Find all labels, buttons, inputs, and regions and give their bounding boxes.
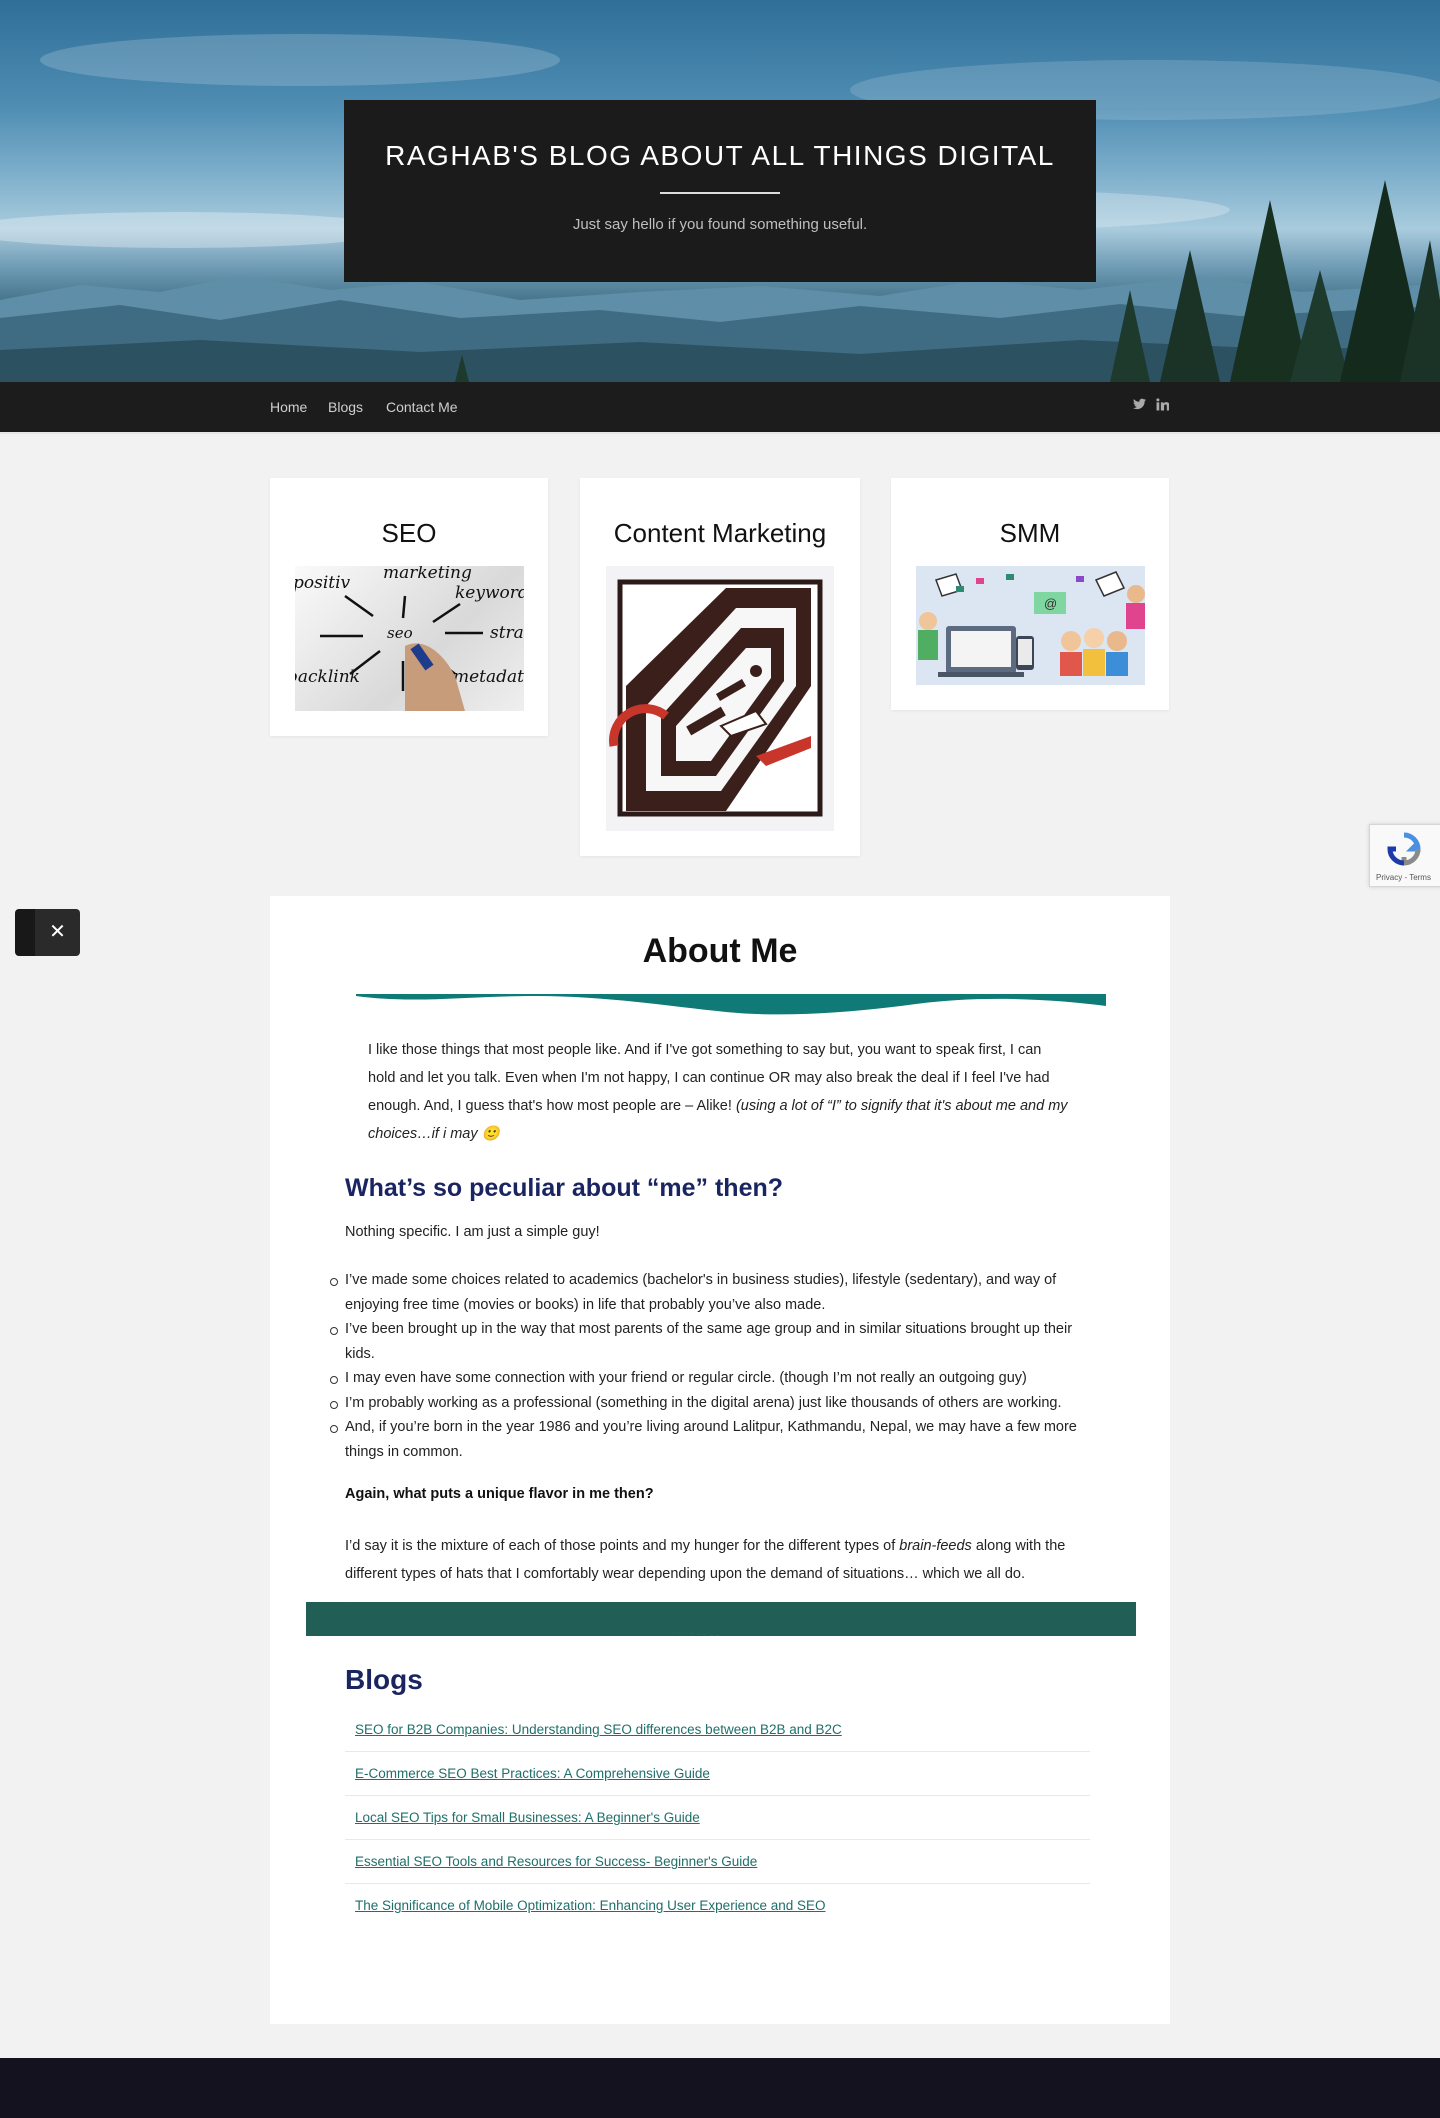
recaptcha-icon bbox=[1387, 832, 1421, 866]
recaptcha-badge[interactable]: Privacy - Terms bbox=[1369, 824, 1440, 887]
linkedin-icon[interactable] bbox=[1156, 398, 1170, 414]
list-item: I’ve been brought up in the way that mos… bbox=[330, 1317, 1097, 1366]
teal-wave-divider bbox=[356, 994, 1106, 1015]
blog-list-item: Essential SEO Tools and Resources for Su… bbox=[345, 1840, 1090, 1884]
seo-word-strat: strat bbox=[490, 623, 524, 643]
about-bullet-list: I’ve made some choices related to academ… bbox=[330, 1268, 1097, 1464]
seo-word-seo: seo bbox=[387, 624, 413, 642]
blog-link[interactable]: SEO for B2B Companies: Understanding SEO… bbox=[355, 1722, 842, 1737]
list-item: I may even have some connection with you… bbox=[330, 1366, 1097, 1391]
content-marketing-card[interactable]: Content Marketing bbox=[580, 478, 860, 856]
blog-list: SEO for B2B Companies: Understanding SEO… bbox=[345, 1708, 1090, 1928]
abstract-drawing-image bbox=[609, 579, 823, 817]
main-navigation: Home Blogs Contact Me bbox=[0, 382, 1440, 434]
seo-handwriting-image: marketing positiv keywords seo strat bac… bbox=[295, 566, 524, 711]
twitter-icon[interactable] bbox=[1133, 398, 1146, 413]
title-divider bbox=[660, 192, 780, 194]
smm-card[interactable]: SMM @ bbox=[891, 478, 1169, 710]
site-tagline: Just say hello if you found something us… bbox=[572, 216, 868, 233]
smm-card-title[interactable]: SMM bbox=[891, 518, 1169, 549]
list-item: I’ve made some choices related to academ… bbox=[330, 1268, 1097, 1317]
close-button[interactable]: ✕ bbox=[15, 909, 80, 956]
site-title[interactable]: Raghab's Blog about all things digital bbox=[344, 140, 1096, 172]
unique-flavor-question: Again, what puts a unique flavor in me t… bbox=[345, 1486, 654, 1502]
seo-card-image[interactable]: marketing positiv keywords seo strat bac… bbox=[295, 566, 524, 711]
nav-contact-link[interactable]: Contact Me bbox=[386, 399, 458, 415]
blog-list-item: Local SEO Tips for Small Businesses: A B… bbox=[345, 1796, 1090, 1840]
blog-list-item: E-Commerce SEO Best Practices: A Compreh… bbox=[345, 1752, 1090, 1796]
mixture-text-italic: brain-feeds bbox=[899, 1538, 972, 1554]
blog-link[interactable]: Essential SEO Tools and Resources for Su… bbox=[355, 1854, 757, 1869]
peculiar-heading: What’s so peculiar about “me” then? bbox=[345, 1174, 784, 1202]
mixture-paragraph: I’d say it is the mixture of each of tho… bbox=[345, 1532, 1105, 1588]
blog-link[interactable]: The Significance of Mobile Optimization:… bbox=[355, 1898, 826, 1913]
recaptcha-privacy-terms[interactable]: Privacy - Terms bbox=[1376, 873, 1431, 882]
smm-card-image[interactable]: @ bbox=[916, 566, 1145, 685]
blog-link[interactable]: E-Commerce SEO Best Practices: A Compreh… bbox=[355, 1766, 710, 1781]
blogs-heading: Blogs bbox=[345, 1664, 423, 1695]
list-item: I’m probably working as a professional (… bbox=[330, 1391, 1097, 1416]
seo-card[interactable]: SEO marketing positiv keywords seo strat… bbox=[270, 478, 548, 736]
seo-word-keywords: keywords bbox=[455, 583, 524, 603]
about-title: About Me bbox=[642, 932, 798, 970]
list-item: And, if you’re born in the year 1986 and… bbox=[330, 1415, 1097, 1464]
nothing-specific-text: Nothing specific. I am just a simple guy… bbox=[345, 1224, 600, 1240]
blog-list-item: The Significance of Mobile Optimization:… bbox=[345, 1884, 1090, 1928]
social-media-illustration: @ bbox=[918, 571, 1145, 677]
seo-card-title[interactable]: SEO bbox=[270, 518, 548, 549]
hero-banner: Raghab's Blog about all things digital J… bbox=[0, 0, 1440, 382]
seo-word-backlink: backlink bbox=[295, 667, 360, 687]
mixture-text-before: I’d say it is the mixture of each of tho… bbox=[345, 1538, 900, 1554]
seo-word-metadata: metadata bbox=[453, 667, 524, 687]
page-footer bbox=[0, 2058, 1440, 2118]
close-icon: ✕ bbox=[49, 921, 66, 943]
content-marketing-card-image[interactable] bbox=[606, 566, 834, 831]
seo-word-marketing: marketing bbox=[383, 566, 472, 583]
about-intro-paragraph: I like those things that most people lik… bbox=[368, 1036, 1068, 1148]
content-marketing-card-title[interactable]: Content Marketing bbox=[580, 518, 860, 549]
at-sign-icon: @ bbox=[1044, 596, 1057, 611]
about-section: About Me I like those things that most p… bbox=[270, 896, 1170, 2024]
nav-home-link[interactable]: Home bbox=[270, 399, 307, 415]
green-band-divider bbox=[306, 1602, 1136, 1636]
blog-list-item: SEO for B2B Companies: Understanding SEO… bbox=[345, 1708, 1090, 1752]
blog-link[interactable]: Local SEO Tips for Small Businesses: A B… bbox=[355, 1810, 700, 1825]
site-title-box: Raghab's Blog about all things digital J… bbox=[344, 100, 1096, 282]
seo-word-positiv: positiv bbox=[295, 573, 351, 593]
nav-blogs-link[interactable]: Blogs bbox=[328, 399, 363, 415]
